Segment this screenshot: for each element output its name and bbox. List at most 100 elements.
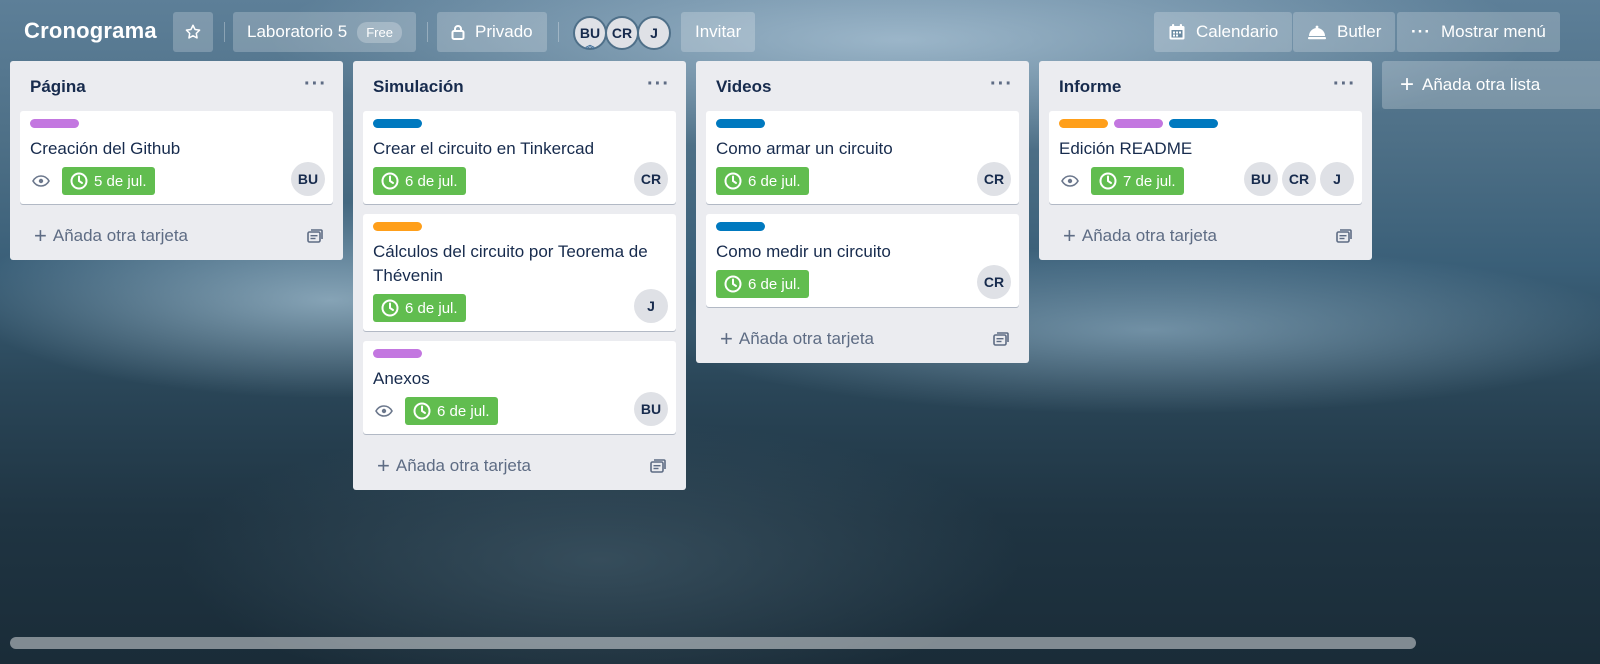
calendar-icon	[1169, 24, 1185, 40]
card-template-icon[interactable]	[993, 331, 1009, 351]
label-blue[interactable]	[716, 222, 765, 231]
list-menu-icon[interactable]: ···	[304, 73, 327, 96]
visibility-label: Privado	[475, 22, 533, 41]
add-card-button[interactable]: + Añada otra tarjeta	[706, 317, 1019, 361]
due-date-badge[interactable]: 6 de jul.	[405, 397, 498, 425]
card-template-icon[interactable]	[650, 458, 666, 478]
butler-bell-icon	[1308, 25, 1326, 40]
member-avatar[interactable]: BU	[634, 392, 668, 426]
invite-button[interactable]: Invitar	[681, 12, 756, 52]
member-avatar[interactable]: BU ︽	[573, 16, 607, 50]
member-avatar[interactable]: CR	[977, 162, 1011, 196]
label-blue[interactable]	[373, 119, 422, 128]
card-title: Creación del Github	[30, 139, 181, 158]
board-header: Cronograma Laboratorio 5 Free Privado BU…	[0, 0, 1600, 64]
visibility-button[interactable]: Privado	[437, 12, 547, 52]
board-title[interactable]: Cronograma	[24, 18, 157, 44]
eye-icon	[373, 400, 395, 422]
list-informe[interactable]: Informe ··· Edición README 7 de jul. BU …	[1039, 61, 1372, 260]
clock-icon	[381, 299, 399, 317]
member-avatar[interactable]: CR	[977, 265, 1011, 299]
team-button[interactable]: Laboratorio 5 Free	[233, 12, 416, 52]
add-card-button[interactable]: + Añada otra tarjeta	[1049, 214, 1362, 258]
add-card-button[interactable]: + Añada otra tarjeta	[20, 214, 333, 258]
card[interactable]: Como medir un circuito 6 de jul. CR	[706, 214, 1019, 307]
show-menu-button[interactable]: ··· Mostrar menú	[1397, 12, 1560, 52]
member-avatar[interactable]: J	[1320, 162, 1354, 196]
card-title: Crear el circuito en Tinkercad	[373, 139, 595, 158]
list-videos[interactable]: Videos ··· Como armar un circuito 6 de j…	[696, 61, 1029, 363]
list-header: Videos ···	[696, 61, 1029, 111]
card[interactable]: Como armar un circuito 6 de jul. CR	[706, 111, 1019, 204]
card-title: Como armar un circuito	[716, 139, 893, 158]
member-avatar[interactable]: CR	[605, 16, 639, 50]
list-title[interactable]: Simulación	[373, 77, 464, 97]
label-purple[interactable]	[30, 119, 79, 128]
due-date-badge[interactable]: 5 de jul.	[62, 167, 155, 195]
star-icon	[185, 24, 201, 39]
plus-icon: +	[1400, 71, 1415, 98]
label-blue[interactable]	[716, 119, 765, 128]
label-orange[interactable]	[373, 222, 422, 231]
card-title: Edición README	[1059, 139, 1193, 158]
card-title: Anexos	[373, 369, 430, 388]
list-header: Página ···	[10, 61, 343, 111]
list-menu-icon[interactable]: ···	[990, 73, 1013, 96]
card-title: Cálculos del circuito por Teorema de Thé…	[373, 242, 648, 285]
member-avatar[interactable]: BU	[291, 162, 325, 196]
list-header: Informe ···	[1039, 61, 1372, 111]
due-date-badge[interactable]: 6 de jul.	[373, 167, 466, 195]
clock-icon	[413, 402, 431, 420]
list-title[interactable]: Informe	[1059, 77, 1121, 97]
free-badge: Free	[357, 21, 402, 43]
list-pagina[interactable]: Página ··· Creación del Github 5 de jul.…	[10, 61, 343, 260]
member-avatar[interactable]: J	[637, 16, 671, 50]
lock-icon	[451, 25, 465, 40]
list-title[interactable]: Página	[30, 77, 86, 97]
clock-icon	[381, 172, 399, 190]
member-avatar[interactable]: J	[634, 289, 668, 323]
due-date-badge[interactable]: 6 de jul.	[716, 270, 809, 298]
card-title: Como medir un circuito	[716, 242, 891, 261]
card[interactable]: Anexos 6 de jul. BU	[363, 341, 676, 434]
admin-chevron-icon: ︽	[585, 40, 595, 50]
add-list-button[interactable]: + Añada otra lista	[1382, 61, 1600, 109]
header-divider	[427, 22, 428, 42]
eye-icon	[1059, 170, 1081, 192]
card[interactable]: Edición README 7 de jul. BU CR J	[1049, 111, 1362, 204]
clock-icon	[70, 172, 88, 190]
due-date-badge[interactable]: 7 de jul.	[1091, 167, 1184, 195]
horizontal-scrollbar[interactable]	[10, 637, 1416, 649]
card[interactable]: Crear el circuito en Tinkercad 6 de jul.…	[363, 111, 676, 204]
star-button[interactable]	[173, 12, 213, 52]
label-orange[interactable]	[1059, 119, 1108, 128]
list-header: Simulación ···	[353, 61, 686, 111]
member-avatar[interactable]: CR	[634, 162, 668, 196]
calendar-button[interactable]: Calendario	[1154, 12, 1293, 52]
label-purple[interactable]	[1114, 119, 1163, 128]
card-template-icon[interactable]	[307, 228, 323, 248]
butler-button[interactable]: Butler	[1293, 12, 1396, 52]
due-date-badge[interactable]: 6 de jul.	[716, 167, 809, 195]
header-divider	[224, 22, 225, 42]
due-date-badge[interactable]: 6 de jul.	[373, 294, 466, 322]
clock-icon	[724, 172, 742, 190]
label-blue[interactable]	[1169, 119, 1218, 128]
clock-icon	[724, 275, 742, 293]
list-title[interactable]: Videos	[716, 77, 771, 97]
list-menu-icon[interactable]: ···	[647, 73, 670, 96]
card[interactable]: Creación del Github 5 de jul. BU	[20, 111, 333, 204]
card-template-icon[interactable]	[1336, 228, 1352, 248]
card[interactable]: Cálculos del circuito por Teorema de Thé…	[363, 214, 676, 331]
plus-icon: +	[720, 326, 733, 351]
list-simulacion[interactable]: Simulación ··· Crear el circuito en Tink…	[353, 61, 686, 490]
clock-icon	[1099, 172, 1117, 190]
list-menu-icon[interactable]: ···	[1333, 73, 1356, 96]
member-avatar[interactable]: CR	[1282, 162, 1316, 196]
plus-icon: +	[1063, 223, 1076, 248]
add-card-button[interactable]: + Añada otra tarjeta	[363, 444, 676, 488]
member-avatar[interactable]: BU	[1244, 162, 1278, 196]
label-purple[interactable]	[373, 349, 422, 358]
plus-icon: +	[34, 223, 47, 248]
header-divider	[558, 22, 559, 42]
